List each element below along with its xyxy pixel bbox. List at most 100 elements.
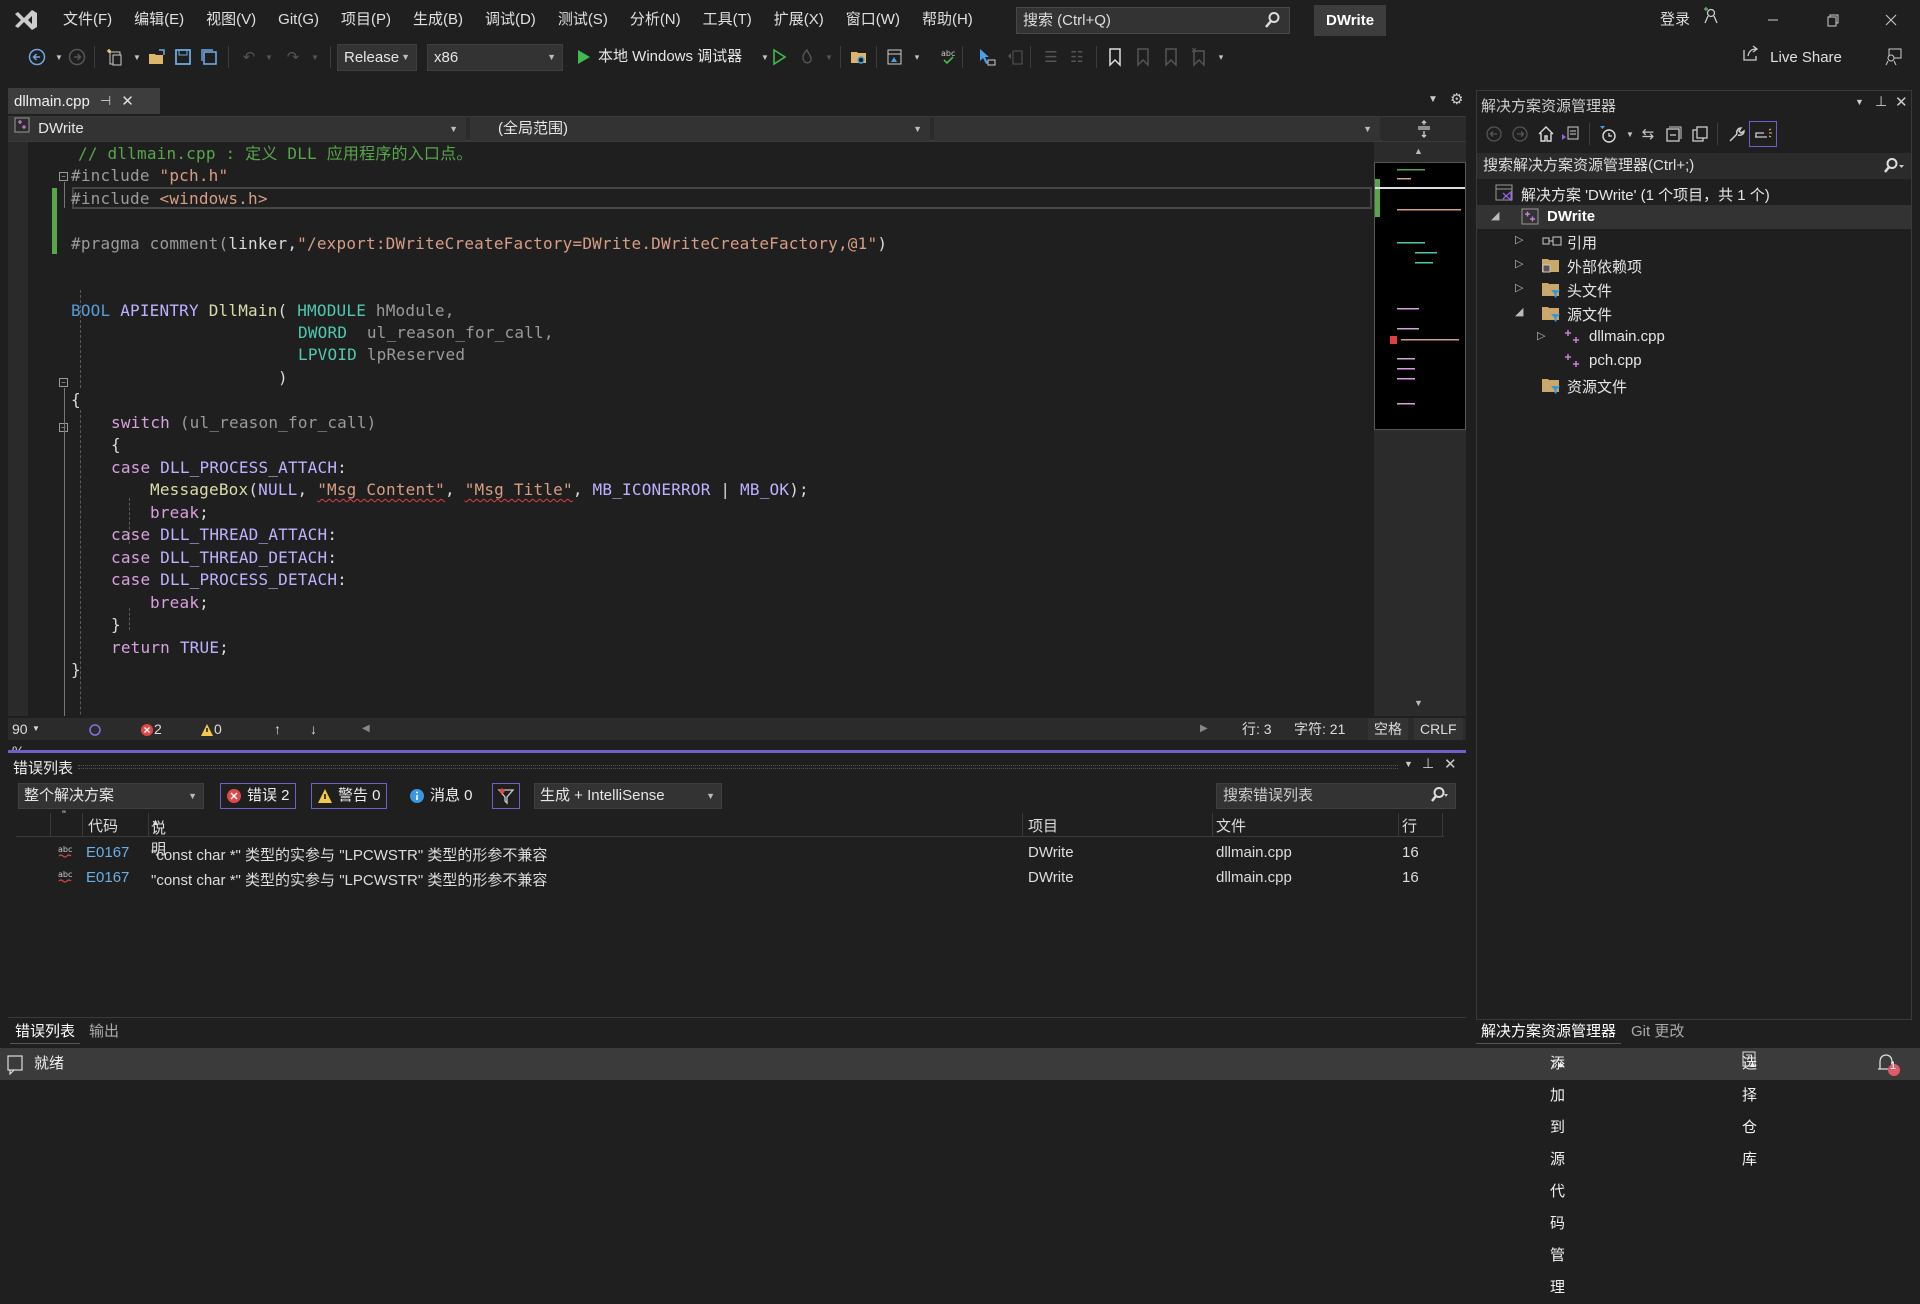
restore-button[interactable]: [1808, 0, 1858, 40]
column-options-icon[interactable]: ": [62, 809, 66, 821]
menu-extensions[interactable]: 扩展(X): [763, 0, 835, 40]
preview-selected-items-icon[interactable]: [1749, 121, 1777, 147]
error-row[interactable]: abc E0167 "const char *" 类型的实参与 "LPCWSTR…: [16, 841, 1444, 865]
select-element-icon[interactable]: [976, 46, 998, 68]
error-row[interactable]: abc E0167 "const char *" 类型的实参与 "LPCWSTR…: [16, 866, 1444, 890]
menu-help[interactable]: 帮助(H): [911, 0, 984, 40]
scroll-left-icon[interactable]: ◀: [362, 718, 370, 740]
spell-check-icon[interactable]: abc: [938, 46, 960, 68]
expanded-arrow-icon[interactable]: ◢: [1491, 209, 1499, 222]
collapsed-arrow-icon[interactable]: ▷: [1515, 281, 1523, 294]
menu-window[interactable]: 窗口(W): [835, 0, 911, 40]
minimize-button[interactable]: [1748, 0, 1798, 40]
menu-project[interactable]: 项目(P): [330, 0, 402, 40]
tree-node-source-files[interactable]: ◢ 源文件: [1477, 301, 1911, 325]
build-source-dropdown[interactable]: 生成 + IntelliSense ▼: [534, 783, 722, 809]
menu-tools[interactable]: 工具(T): [692, 0, 763, 40]
hot-reload-icon[interactable]: [796, 46, 818, 68]
pin-tab-icon[interactable]: ⊣: [100, 93, 111, 109]
warning-count[interactable]: 0: [200, 718, 222, 740]
tree-node-pch-cpp[interactable]: pch.cpp: [1477, 349, 1911, 373]
error-count[interactable]: 2: [140, 718, 162, 740]
sync-with-document-icon[interactable]: ⇆: [1637, 123, 1659, 145]
properties-wrench-icon[interactable]: [1725, 123, 1747, 145]
undo-dropdown-icon[interactable]: ▼: [258, 46, 280, 68]
tree-node-external-dependencies[interactable]: ▷ 外部依赖项: [1477, 253, 1911, 277]
home-icon[interactable]: [1535, 123, 1557, 145]
forward-icon[interactable]: [1509, 123, 1531, 145]
error-code[interactable]: E0167: [86, 844, 129, 861]
comment-lines-icon[interactable]: ☰: [1040, 46, 1062, 68]
redo-dropdown-icon[interactable]: ▼: [304, 46, 326, 68]
code-health-icon[interactable]: [88, 718, 102, 740]
scrollbar-thumb[interactable]: [1374, 162, 1466, 430]
menu-file[interactable]: 文件(F): [52, 0, 123, 40]
tab-error-list[interactable]: 错误列表: [10, 1020, 81, 1044]
login-button[interactable]: 登录: [1660, 0, 1720, 40]
project-dropdown[interactable]: DWrite ▼: [8, 117, 466, 141]
platform-dropdown[interactable]: x86 ▼: [427, 44, 563, 71]
tab-git-changes[interactable]: Git 更改: [1626, 1020, 1689, 1044]
column-header-project[interactable]: 项目: [1028, 815, 1058, 836]
column-header-code[interactable]: 代码: [88, 815, 118, 836]
layout-overflow-icon[interactable]: ▾: [906, 46, 928, 68]
messages-filter-button[interactable]: 消息 0: [403, 783, 479, 809]
panel-dropdown-icon[interactable]: ▼: [1404, 759, 1413, 769]
panel-drag-handle[interactable]: [78, 765, 1398, 769]
close-tab-icon[interactable]: ✕: [121, 92, 134, 110]
map-mode-scrollbar[interactable]: ▲ ▼: [1374, 142, 1466, 716]
save-all-icon[interactable]: [198, 46, 220, 68]
configuration-dropdown[interactable]: Release ▼: [337, 44, 417, 71]
clear-bookmarks-icon[interactable]: [1188, 46, 1210, 68]
solution-explorer-search-folder-icon[interactable]: [848, 46, 870, 68]
navigate-back-icon[interactable]: [26, 46, 48, 68]
scroll-down-icon[interactable]: ▼: [1414, 698, 1423, 708]
warnings-filter-button[interactable]: 警告 0: [311, 783, 387, 809]
error-list-search-input[interactable]: 搜索错误列表: [1216, 783, 1456, 809]
scroll-up-icon[interactable]: ▲: [1414, 146, 1423, 156]
menu-debug[interactable]: 调试(D): [474, 0, 547, 40]
errors-filter-button[interactable]: 错误 2: [220, 783, 296, 809]
previous-bookmark-icon[interactable]: [1132, 46, 1154, 68]
close-panel-icon[interactable]: ✕: [1895, 93, 1908, 111]
collapsed-arrow-icon[interactable]: ▷: [1515, 233, 1523, 246]
start-without-debugging-icon[interactable]: [768, 46, 790, 68]
code-editor[interactable]: − − − // dllmain.cpp : 定义 DLL 应用程序的入口点。 …: [8, 142, 1372, 716]
tree-node-project[interactable]: ◢ DWrite: [1477, 205, 1911, 229]
line-ending[interactable]: CRLF: [1414, 718, 1463, 740]
menu-git[interactable]: Git(G): [267, 0, 330, 40]
pending-changes-filter-icon[interactable]: [1597, 123, 1619, 145]
menu-edit[interactable]: 编辑(E): [123, 0, 195, 40]
collapse-icon[interactable]: −: [59, 378, 68, 387]
new-dropdown-icon[interactable]: ▼: [126, 46, 148, 68]
save-icon[interactable]: [172, 46, 194, 68]
close-panel-icon[interactable]: ✕: [1444, 755, 1457, 773]
filter-button[interactable]: [492, 783, 520, 809]
collapsed-arrow-icon[interactable]: ▷: [1515, 257, 1523, 270]
global-search-input[interactable]: 搜索 (Ctrl+Q): [1016, 7, 1290, 34]
member-dropdown[interactable]: ▼: [934, 117, 1380, 141]
open-file-icon[interactable]: [146, 46, 168, 68]
tree-node-header-files[interactable]: ▷ 头文件: [1477, 277, 1911, 301]
char-number[interactable]: 字符: 21: [1294, 718, 1345, 740]
window-layout-icon[interactable]: [884, 46, 906, 68]
menu-build[interactable]: 生成(B): [402, 0, 474, 40]
toggle-panel-icon[interactable]: [1004, 46, 1026, 68]
panel-dropdown-icon[interactable]: ▼: [1855, 97, 1864, 107]
document-tab-dllmain[interactable]: dllmain.cpp ⊣ ✕: [8, 88, 160, 114]
navigate-forward-icon[interactable]: [66, 46, 88, 68]
bookmark-icon[interactable]: [1104, 46, 1126, 68]
feedback-icon[interactable]: [1882, 46, 1904, 68]
tab-output[interactable]: 输出: [84, 1020, 124, 1044]
error-code[interactable]: E0167: [86, 869, 129, 886]
line-number[interactable]: 行: 3: [1242, 718, 1272, 740]
gear-icon[interactable]: ⚙: [1450, 90, 1463, 108]
menu-view[interactable]: 视图(V): [195, 0, 267, 40]
redo-icon[interactable]: ↷: [282, 46, 304, 68]
undo-icon[interactable]: ↶: [238, 46, 260, 68]
new-project-icon[interactable]: [104, 46, 126, 68]
toolbar-overflow-icon[interactable]: ▾: [1210, 46, 1232, 68]
error-scope-dropdown[interactable]: 整个解决方案 ▼: [18, 783, 204, 809]
collapse-all-icon[interactable]: [1663, 123, 1685, 145]
uncomment-lines-icon[interactable]: ☷: [1066, 46, 1088, 68]
